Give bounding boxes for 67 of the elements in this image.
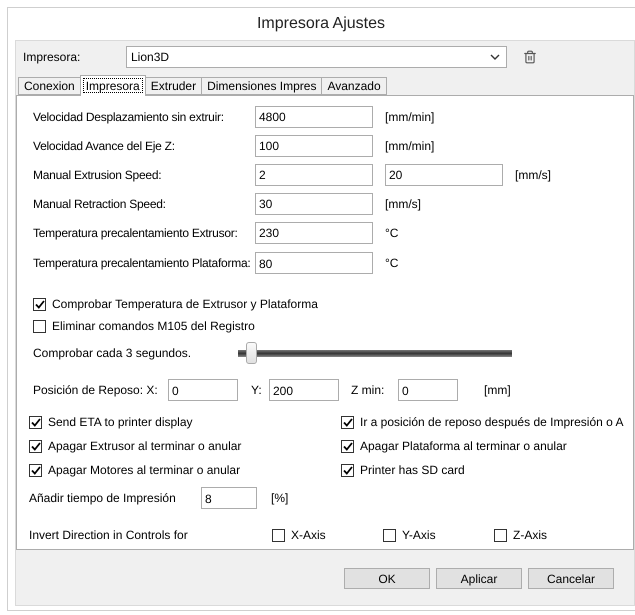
tab[interactable]: Impresora [80,75,146,96]
unit-label: °C [385,226,398,240]
window-title: Impresora Ajustes [256,14,386,34]
checkbox[interactable] [29,416,42,428]
printer-dropdown[interactable]: Lion3D [126,46,507,68]
dialog-button[interactable]: Aplicar [436,568,522,589]
axis-label: X-Axis [291,528,326,542]
z-min-label: Z min: [351,383,386,397]
text-field[interactable]: 8 [201,487,257,509]
interval-label: Comprobar cada 3 segundos. [33,346,192,360]
unit-label: [mm] [484,383,511,397]
unit-label: [mm/s] [515,168,551,182]
axis-label: Y-Axis [402,528,436,542]
unit-label: [mm/min] [385,138,434,152]
invert-label: Invert Direction in Controls for [29,528,189,542]
checkbox[interactable] [341,416,354,428]
checkbox[interactable] [383,528,396,542]
option-label: Send ETA to printer display [48,415,193,429]
tab[interactable]: Dimensiones Impres [201,77,322,95]
option-label: Printer has SD card [360,463,465,477]
tab[interactable]: Extruder [144,77,202,95]
checkbox[interactable] [272,528,285,542]
checkbox[interactable] [341,464,354,476]
field-label: Temperatura precalentamiento Extrusor: [33,226,239,240]
checkbox[interactable] [29,464,42,476]
option-label: Comprobar Temperatura de Extrusor y Plataforma [52,297,318,311]
text-field[interactable]: 0 [168,379,238,401]
checkbox[interactable] [494,528,507,542]
checkbox[interactable] [33,298,46,310]
unit-label: [%] [271,491,288,505]
option-label: Apagar Motores al terminar o anular [48,463,240,477]
checkbox[interactable] [33,320,46,332]
text-field[interactable]: 0 [398,379,458,401]
text-field[interactable]: 30 [255,192,373,214]
unit-label: °C [385,256,398,270]
option-label: Apagar Extrusor al terminar o anular [48,439,242,453]
field-label: Manual Retraction Speed: [33,196,167,210]
field-label: Velocidad Desplazamiento sin extruir: [33,110,225,124]
trash-icon[interactable] [523,50,537,64]
text-field[interactable]: 4800 [255,106,373,128]
text-field[interactable]: 2 [255,164,373,186]
tab[interactable]: Avanzado [321,77,387,95]
unit-label: [mm/min] [385,110,434,124]
text-field[interactable]: 230 [255,222,373,244]
slider-thumb[interactable] [246,342,257,364]
axis-label: Z-Axis [513,528,547,542]
text-field[interactable]: 20 [385,164,503,186]
field-label: Velocidad Avance del Eje Z: [33,138,176,152]
chevron-down-icon [490,54,500,60]
field-label: Manual Extrusion Speed: [33,168,162,182]
text-field[interactable]: 100 [255,134,373,156]
field-label: Temperatura precalentamiento Plataforma: [33,256,252,270]
tab[interactable]: Conexion [18,77,81,95]
option-label: Apagar Plataforma al terminar o anular [360,439,567,453]
checkbox[interactable] [29,440,42,452]
print-time-label: Añadir tiempo de Impresión [29,491,177,505]
checkbox[interactable] [341,440,354,452]
option-label: Eliminar comandos M105 del Registro [52,319,255,333]
park-position-label: Posición de Reposo: X: [33,383,159,397]
printer-label: Impresora: [23,50,82,64]
y-label: Y: [251,383,263,397]
option-label: Ir a posición de reposo después de Impresión o A [360,415,624,429]
text-field[interactable]: 200 [269,379,339,401]
dialog-button[interactable]: OK [344,568,430,589]
dialog-button[interactable]: Cancelar [528,568,614,589]
unit-label: [mm/s] [385,196,421,210]
text-field[interactable]: 80 [255,252,373,274]
